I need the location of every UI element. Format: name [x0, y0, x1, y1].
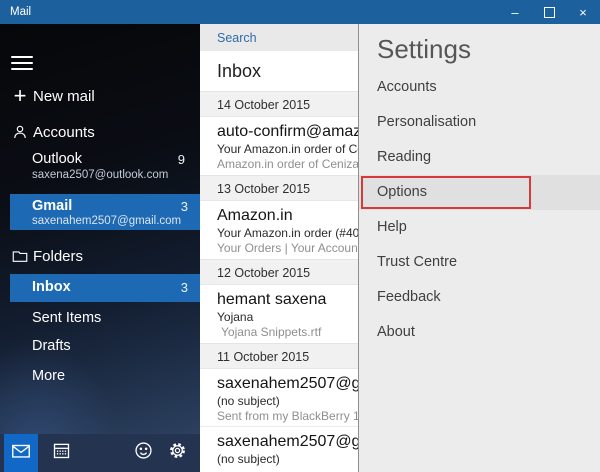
sidebar: + New mail Accounts Outlook 9 saxena2507…: [0, 24, 200, 472]
minimize-icon: –: [511, 4, 519, 20]
smiley-icon: [133, 440, 154, 466]
email-preview: Amazon.in order of Cenizas Wom: [217, 157, 358, 171]
person-icon: [10, 122, 30, 142]
mail-icon: [10, 440, 32, 467]
close-icon: ×: [579, 4, 587, 20]
settings-panel: Settings Accounts Personalisation Readin…: [358, 24, 600, 472]
settings-item-help[interactable]: Help: [359, 210, 600, 245]
settings-item-trust-centre[interactable]: Trust Centre: [359, 245, 600, 280]
email-subject: Your Amazon.in order (#404-6683: [217, 226, 358, 240]
date-group-header: 13 October 2015: [200, 175, 358, 201]
email-list-item[interactable]: saxenahem2507@gmail.com (no subject): [200, 427, 358, 472]
titlebar: Mail – ×: [0, 0, 600, 24]
calendar-view-button[interactable]: [44, 434, 78, 472]
account-name: Gmail: [32, 198, 73, 214]
settings-item-options[interactable]: Options: [359, 175, 600, 210]
email-preview: Sent from my BlackBerry 10 smart: [217, 409, 358, 423]
folder-name: Inbox: [32, 279, 71, 295]
date-group-header: 11 October 2015: [200, 343, 358, 369]
email-sender: saxenahem2507@gmail.com: [217, 433, 358, 450]
account-name: Outlook: [32, 151, 82, 167]
settings-item-label: Options: [377, 184, 427, 200]
settings-title: Settings: [377, 34, 471, 64]
settings-item-reading[interactable]: Reading: [359, 140, 600, 175]
gear-icon: [167, 440, 188, 466]
date-group-header: 12 October 2015: [200, 259, 358, 285]
settings-gear-button[interactable]: [160, 434, 194, 472]
account-email: saxenahem2507@gmail.com: [32, 215, 182, 227]
mail-app-window: Mail – × + New mail Accounts Outlook 9 s…: [0, 0, 600, 472]
email-attachment-name: Yojana Snippets.rtf: [221, 325, 322, 339]
search-label: Search: [217, 30, 257, 45]
maximize-button[interactable]: [532, 0, 566, 24]
account-outlook[interactable]: Outlook 9 saxena2507@outlook.com: [0, 151, 200, 189]
settings-item-about[interactable]: About: [359, 315, 600, 350]
settings-item-personalisation[interactable]: Personalisation: [359, 105, 600, 140]
unread-count-badge: 3: [180, 199, 188, 214]
close-button[interactable]: ×: [566, 0, 600, 24]
minimize-button[interactable]: –: [498, 0, 532, 24]
email-sender: Amazon.in: [217, 207, 293, 224]
settings-item-accounts[interactable]: Accounts: [359, 70, 600, 105]
email-sender: saxenahem2507@gmail.com: [217, 375, 358, 392]
email-subject: (no subject): [217, 452, 280, 466]
folder-sent-items[interactable]: Sent Items: [32, 310, 101, 326]
folder-drafts[interactable]: Drafts: [32, 338, 71, 354]
new-mail-label: New mail: [33, 87, 95, 105]
search-button[interactable]: Search: [200, 24, 358, 51]
email-list-item[interactable]: saxenahem2507@gmail.com (no subject) Sen…: [200, 369, 358, 427]
unread-count-badge: 3: [180, 280, 188, 295]
email-sender: hemant saxena: [217, 291, 327, 308]
calendar-icon: [51, 440, 72, 466]
email-preview: Your Orders | Your Account | Ama: [217, 241, 358, 255]
settings-item-feedback[interactable]: Feedback: [359, 280, 600, 315]
hamburger-menu-icon[interactable]: [11, 56, 33, 72]
email-sender: auto-confirm@amazon.in: [217, 123, 358, 140]
folders-section-button[interactable]: Folders: [0, 242, 200, 270]
settings-menu: Accounts Personalisation Reading Options…: [359, 70, 600, 350]
plus-icon: +: [13, 83, 27, 108]
new-mail-button[interactable]: + New mail: [0, 82, 200, 110]
email-subject: Your Amazon.in order of Cenizas Wom: [217, 142, 358, 156]
folder-more[interactable]: More: [32, 368, 65, 384]
sidebar-bottom-bar: [0, 434, 200, 472]
date-group-header: 14 October 2015: [200, 91, 358, 117]
feedback-smiley-button[interactable]: [126, 434, 160, 472]
folder-icon: [10, 246, 30, 266]
account-gmail[interactable]: Gmail 3 saxenahem2507@gmail.com: [10, 194, 200, 230]
folders-label: Folders: [33, 247, 84, 265]
maximize-icon: [543, 6, 555, 18]
unread-count-badge: 9: [177, 152, 185, 167]
window-title: Mail: [10, 6, 32, 18]
email-subject: Yojana: [217, 310, 254, 324]
accounts-label: Accounts: [33, 123, 95, 141]
inbox-heading: Inbox: [200, 51, 358, 91]
email-subject: (no subject): [217, 394, 280, 408]
account-email: saxena2507@outlook.com: [32, 169, 169, 181]
email-list-item[interactable]: hemant saxena Yojana Yojana Snippets.rtf: [200, 285, 358, 343]
folder-inbox[interactable]: Inbox 3: [10, 274, 200, 302]
mail-view-button[interactable]: [4, 434, 38, 472]
accounts-section-button[interactable]: Accounts: [0, 118, 200, 146]
email-list-item[interactable]: Amazon.in Your Amazon.in order (#404-668…: [200, 201, 358, 259]
window-controls: – ×: [498, 0, 600, 24]
message-list-pane: Search Inbox 14 October 2015 auto-confir…: [200, 24, 358, 472]
email-list-item[interactable]: auto-confirm@amazon.in Your Amazon.in or…: [200, 117, 358, 175]
